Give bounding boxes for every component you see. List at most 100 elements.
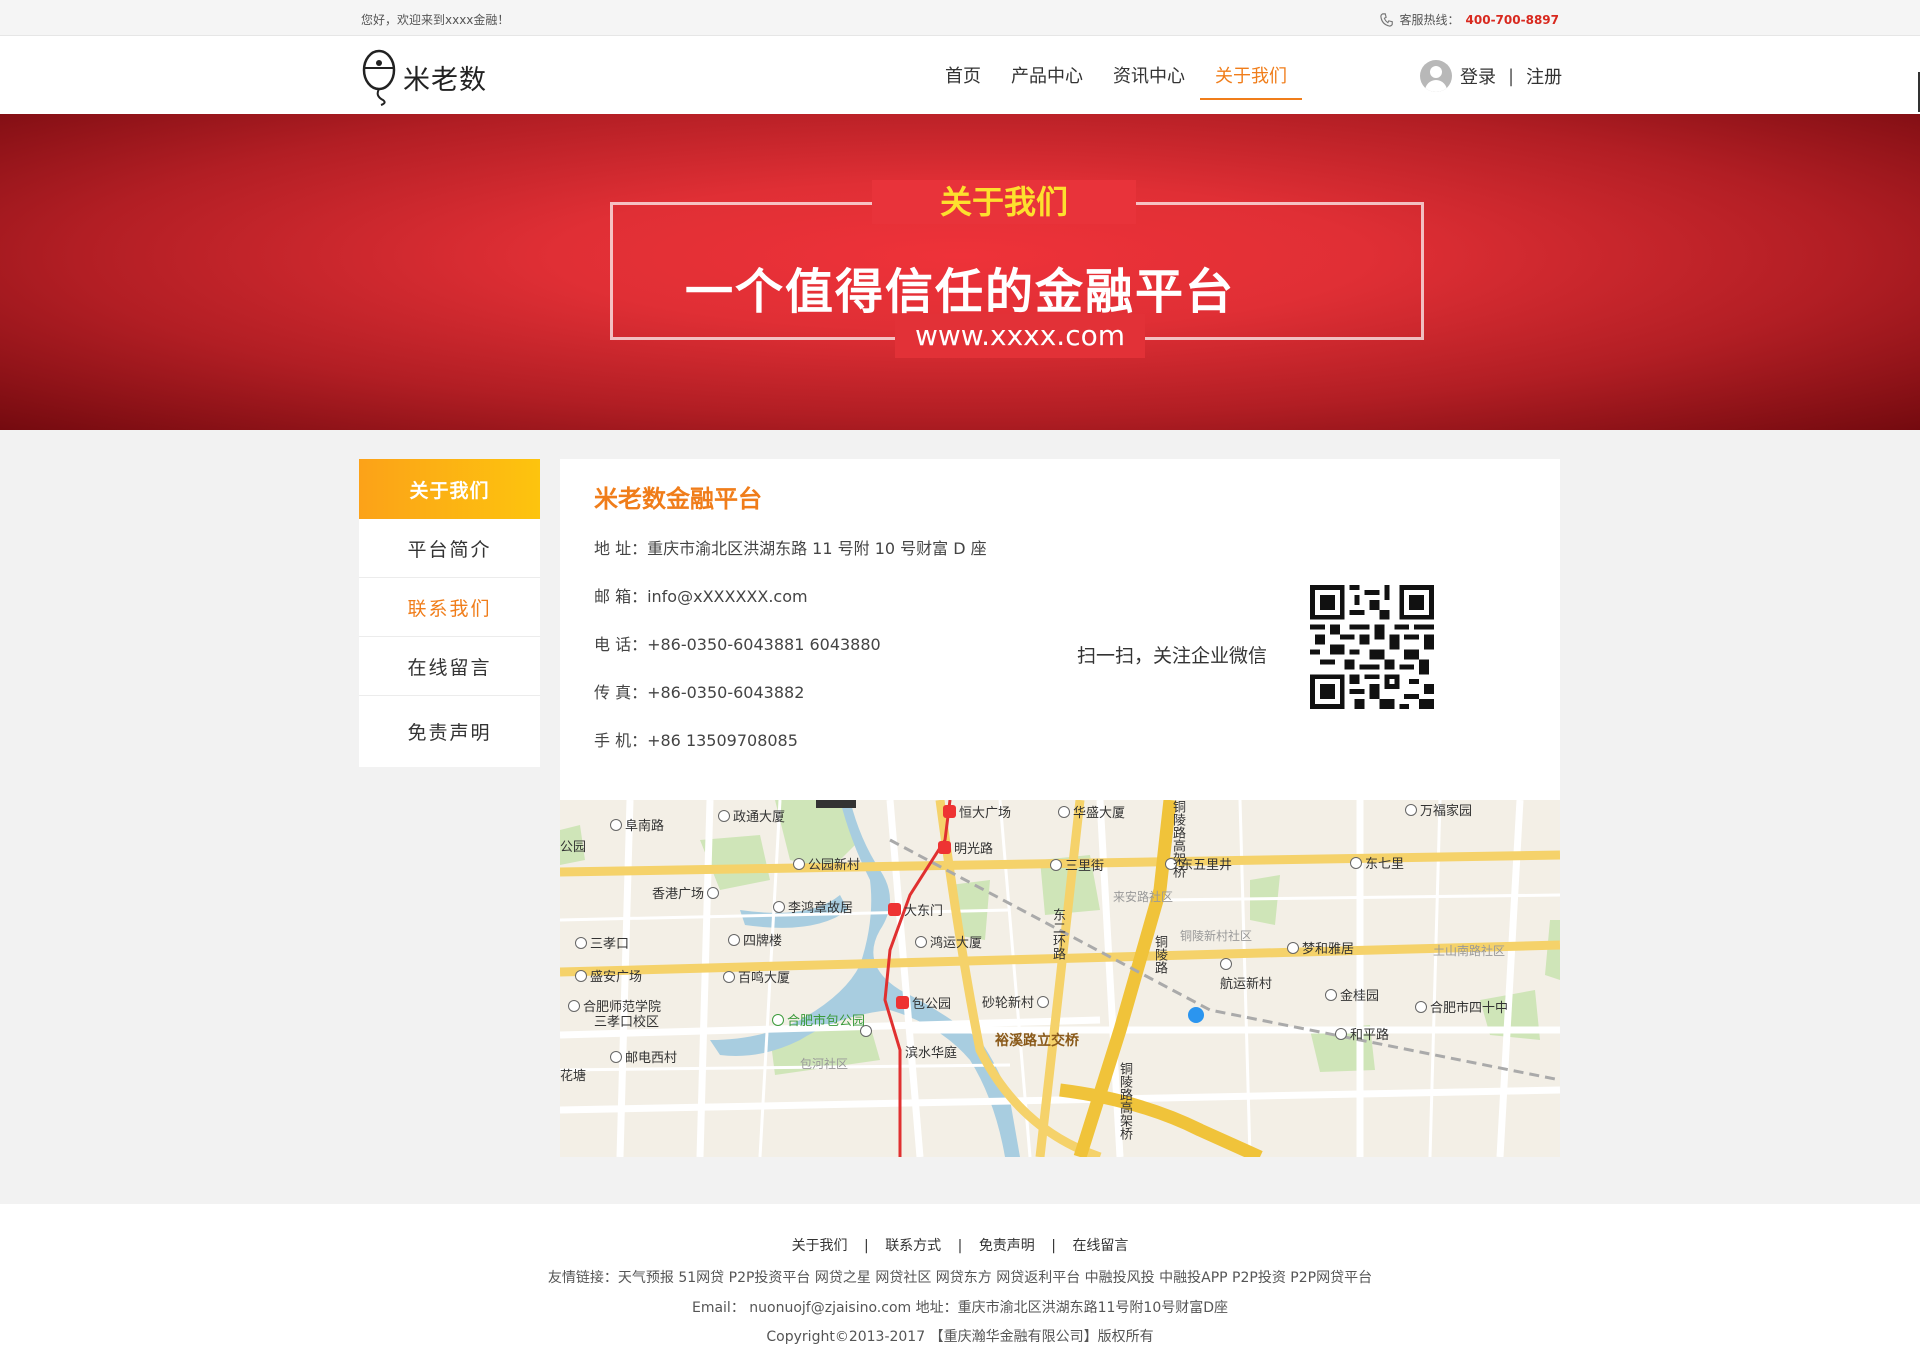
wechat-qr-code-icon [1310,585,1434,709]
map-label: 包河社区 [800,1057,849,1071]
footer-friend-links[interactable]: 友情链接：天气预报 51网贷 P2P投资平台 网贷之星 网贷社区 网贷东方 网贷… [0,1267,1920,1287]
login-link[interactable]: 登录 [1460,63,1496,89]
contact-info: 地 址：重庆市渝北区洪湖东路 11 号附 10 号财富 D 座 邮 箱：info… [594,535,987,775]
map-label: 李鸿章故居 [773,897,853,916]
banner-top-title: 关于我们 [872,180,1136,224]
welcome-text: 您好，欢迎来到xxxx金融！ [361,13,510,27]
auth-separator: | [1508,65,1515,87]
map-label [1220,958,1232,970]
map-label: 航运新村 [1220,977,1273,992]
hotline: 客服热线： 400-700-8897 [1379,11,1559,28]
map-label: 砂轮新村 [982,992,1050,1011]
about-sidebar: 关于我们 平台简介 联系我们 在线留言 免责声明 [359,459,540,767]
contact-address: 地 址：重庆市渝北区洪湖东路 11 号附 10 号财富 D 座 [594,539,987,558]
contact-email: 邮 箱：info@xXXXXXX.com [594,587,808,606]
map-label: 鸿运大厦 [915,932,982,951]
map-label: 百鸣大厦 [723,967,790,986]
brand-name: 米老数 [403,64,487,96]
contact-title: 米老数金融平台 [594,485,762,513]
hotline-number: 400-700-8897 [1465,12,1559,27]
footer-copyright: Copyright©2013-2017 【重庆瀚华金融有限公司】版权所有 [766,1329,1154,1345]
map-label: 金桂园 [1325,985,1379,1004]
map-label: 土山南路社区 [1433,944,1506,958]
map-label: 滨水华庭 [905,1046,958,1061]
map-label: 花塘 [560,1069,587,1084]
qr-caption: 扫一扫，关注企业微信 [1077,645,1268,667]
sidebar-head: 关于我们 [359,459,540,519]
footer-link-contact[interactable]: 联系方式 [879,1238,947,1254]
top-bar: 您好，欢迎来到xxxx金融！ 客服热线： 400-700-8897 [0,0,1920,36]
poi-icon [1335,1027,1347,1040]
poi-icon [1325,988,1337,1001]
map-label: 东七里 [1350,853,1404,872]
banner-url: www.xxxx.com [895,314,1145,358]
map-label [860,1025,872,1037]
map-label: 盛安广场 [575,966,642,985]
map-label: 梦和雅居 [1287,938,1354,957]
auth-area: 登录 | 注册 [1420,60,1562,92]
poi-icon [1287,941,1299,954]
map-label: 裕溪路立交桥 [995,1033,1079,1049]
park-icon [772,1013,784,1026]
map-label: 合肥市包公园 [772,1010,865,1029]
contact-phone: 电 话：+86-0350-6043881 6043880 [594,635,881,654]
poi-icon [728,933,740,946]
map-label: 包公园 [896,993,951,1012]
poi-icon [1350,856,1362,869]
poi-icon [575,936,587,949]
footer-divider: | [957,1238,963,1254]
poi-icon [1405,803,1417,816]
map-label: 来安路社区 [1113,890,1174,904]
sidebar-item-contact[interactable]: 联系我们 [359,578,540,637]
footer-link-about[interactable]: 关于我们 [786,1238,854,1254]
nav-about[interactable]: 关于我们 [1200,36,1302,114]
poi-icon [610,818,622,831]
poi-icon [568,999,580,1012]
map-label: 阜南路 [610,815,664,834]
road-label: 东二环路 [1050,908,1065,960]
map-label: 公园 [560,840,587,855]
contact-mobile: 手 机：+86 13509708085 [594,731,798,750]
map-label: 恒大广场 [943,802,1011,821]
poi-icon [860,1025,872,1037]
nav-home[interactable]: 首页 [930,36,996,114]
poi-icon [707,886,720,899]
road-label: 铜陵路高架桥 [1117,1062,1132,1140]
map-label: 三孝口校区 [594,1015,660,1030]
logo[interactable]: 米老数 [361,48,487,106]
road-label: 铜陵路高架桥 [1170,800,1185,878]
sidebar-item-message[interactable]: 在线留言 [359,637,540,696]
metro-icon [888,903,901,916]
poi-icon [1037,995,1050,1008]
sidebar-item-disclaimer[interactable]: 免责声明 [359,696,540,767]
map-label: 华盛大厦 [1058,802,1125,821]
map-label: 香港广场 [652,883,720,902]
main-nav: 首页 产品中心 资讯中心 关于我们 [930,36,1302,114]
map-label: 四牌楼 [728,930,782,949]
hero-banner: 关于我们 一个值得信任的金融平台 www.xxxx.com [0,114,1920,430]
poi-icon [1220,958,1232,970]
map-label: 政通大厦 [718,806,785,825]
footer-links: 关于我们 | 联系方式 | 免责声明 | 在线留言 [0,1235,1920,1255]
mouse-logo-icon [362,49,396,106]
poi-icon [1050,858,1062,871]
sidebar-item-intro[interactable]: 平台简介 [359,519,540,578]
map-label: 和平路 [1335,1024,1389,1043]
poi-icon [915,935,927,948]
footer-divider: | [864,1238,869,1254]
map-label: 合肥市四十中 [1415,997,1508,1016]
map-label: 万福家园 [1405,800,1472,819]
contact-card: 米老数金融平台 地 址：重庆市渝北区洪湖东路 11 号附 10 号财富 D 座 … [560,459,1560,1157]
register-link[interactable]: 注册 [1526,63,1562,89]
avatar-icon[interactable] [1420,60,1452,92]
poi-icon [723,970,735,983]
footer-link-disclaimer[interactable]: 免责声明 [973,1238,1041,1254]
nav-products[interactable]: 产品中心 [996,36,1098,114]
poi-icon [610,1050,622,1063]
footer: 关于我们 | 联系方式 | 免责声明 | 在线留言 友情链接：天气预报 51网贷… [0,1204,1920,1364]
nav-news[interactable]: 资讯中心 [1098,36,1200,114]
location-map[interactable]: 阜南路 政通大厦 恒大广场 华盛大厦 万福家园 明光路 公园新村 三里街 东五里… [560,800,1560,1157]
poi-icon [773,900,785,913]
map-label: 明光路 [938,838,993,857]
footer-link-message[interactable]: 在线留言 [1066,1238,1134,1254]
